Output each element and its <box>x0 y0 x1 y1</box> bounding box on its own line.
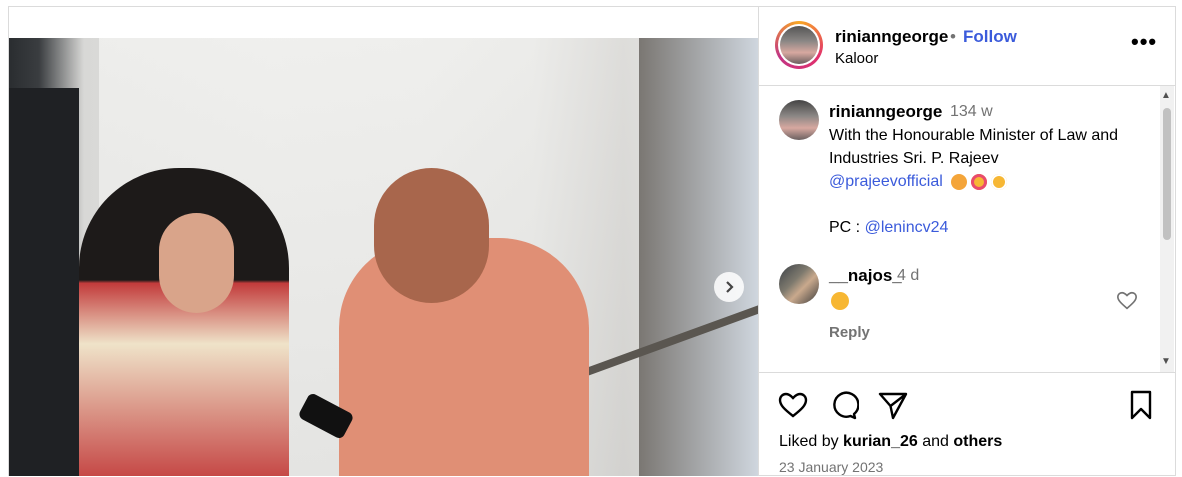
caption-username[interactable]: rinianngeorge <box>829 102 942 122</box>
post-actions: Liked by kurian_26 and others 23 January… <box>759 373 1176 476</box>
post-date: 23 January 2023 <box>779 459 884 475</box>
comment-icon[interactable] <box>827 389 859 421</box>
photo-credit-label: PC : <box>829 219 861 237</box>
author-avatar[interactable] <box>775 21 823 69</box>
mention-prajeevofficial[interactable]: @prajeevofficial <box>829 173 943 190</box>
follow-button[interactable]: Follow <box>963 27 1017 47</box>
bookmark-icon[interactable] <box>1125 389 1157 421</box>
scroll-down-arrow-icon[interactable]: ▼ <box>1161 356 1171 367</box>
more-options-icon[interactable]: ••• <box>1131 29 1157 55</box>
scroll-up-arrow-icon[interactable]: ▲ <box>1161 90 1171 101</box>
author-username[interactable]: rinianngeorge <box>835 27 948 47</box>
liked-by-user[interactable]: kurian_26 <box>843 433 918 450</box>
comment-username[interactable]: __najos_ <box>829 266 902 286</box>
caption-text: With the Honourable Minister of Law and … <box>829 127 1119 237</box>
post-location[interactable]: Kaloor <box>835 50 878 67</box>
relieved-emoji-icon <box>831 292 849 310</box>
post-header: rinianngeorge • Follow Kaloor ••• <box>759 7 1176 86</box>
comments-panel[interactable]: rinianngeorge 134 w With the Honourable … <box>759 86 1176 373</box>
halo-emoji-icon <box>991 174 1008 191</box>
photo-man-head <box>374 168 489 303</box>
separator-dot: • <box>950 27 956 46</box>
smiling-cat-emoji-icon <box>951 174 968 191</box>
send-icon[interactable] <box>877 389 909 421</box>
commenter-avatar[interactable] <box>779 264 819 304</box>
chevron-right-icon <box>726 281 734 293</box>
photo-woman-face <box>159 213 234 313</box>
star-eyes-emoji-icon <box>971 174 988 191</box>
scrollbar-thumb[interactable] <box>1163 108 1171 240</box>
photo-person-edge <box>9 88 79 476</box>
mention-lenincv24[interactable]: @lenincv24 <box>865 219 949 236</box>
caption-time: 134 w <box>950 103 993 120</box>
reply-button[interactable]: Reply <box>829 324 870 341</box>
liked-by-others[interactable]: others <box>953 433 1002 450</box>
next-photo-button[interactable] <box>714 272 744 302</box>
caption-emojis <box>947 170 1008 193</box>
comment-time: 4 d <box>897 267 920 284</box>
heart-icon[interactable] <box>777 389 809 421</box>
caption-avatar[interactable] <box>779 100 819 140</box>
comment-like-heart-icon[interactable] <box>1116 290 1138 312</box>
post-photo[interactable] <box>9 38 758 476</box>
likes-summary: Liked by kurian_26 and others <box>779 433 1003 450</box>
